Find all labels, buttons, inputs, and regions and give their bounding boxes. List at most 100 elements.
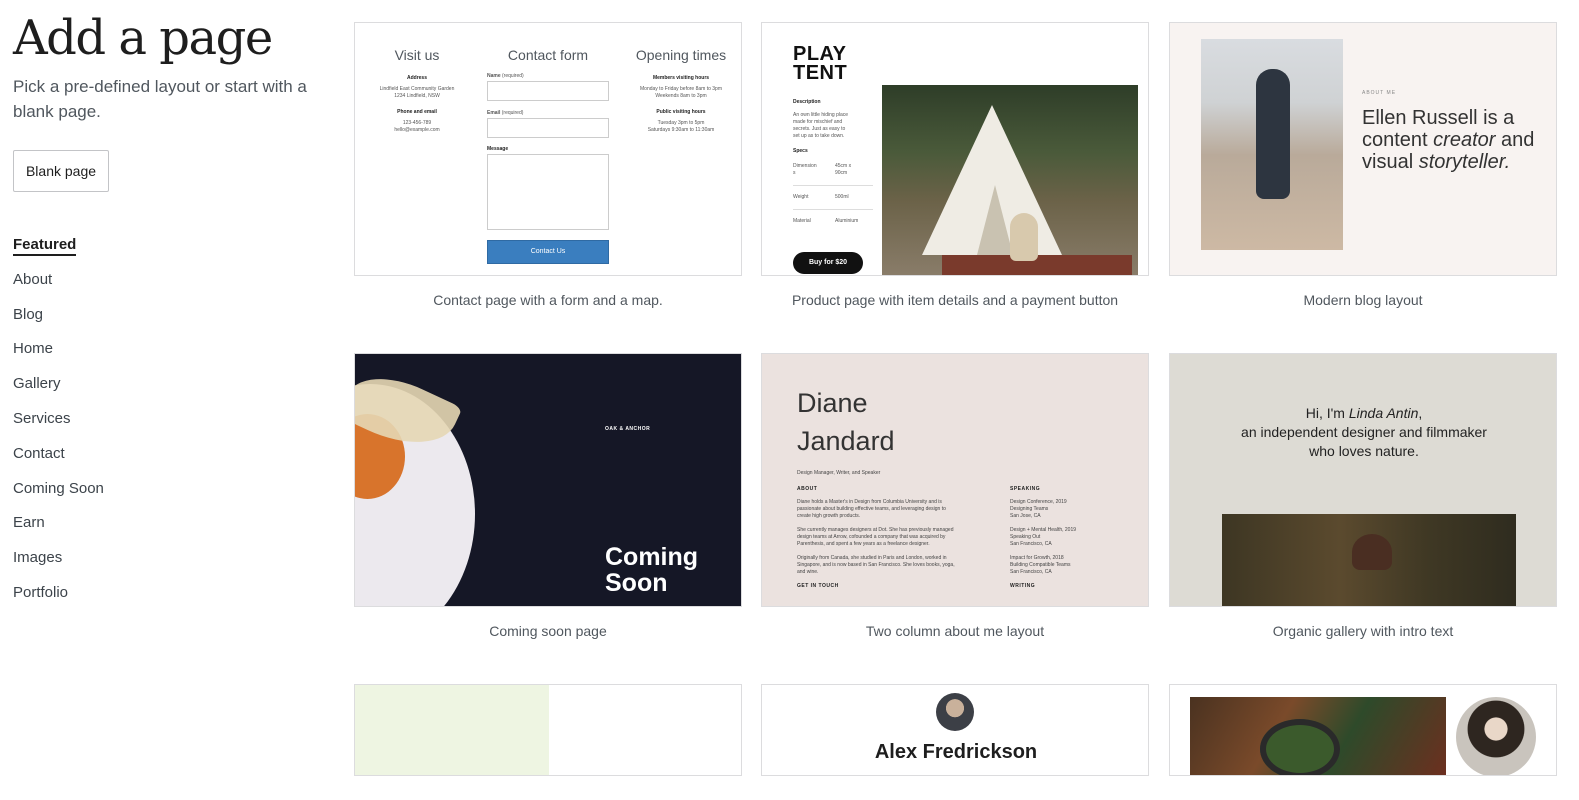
required-text: (required)	[502, 73, 524, 79]
category-label: About	[13, 270, 53, 288]
layout-preview-blog[interactable]: ABOUT ME Ellen Russell is a content crea…	[1169, 22, 1557, 276]
layout-card-blog: ABOUT ME Ellen Russell is a content crea…	[1169, 22, 1557, 308]
layout-card-coming-soon: OAK & ANCHOR Coming Soon Coming soon pag…	[354, 353, 742, 639]
category-contact[interactable]: Contact	[13, 442, 104, 477]
intro-text: Hi, I'm	[1305, 405, 1349, 421]
beach-photo	[1201, 39, 1343, 250]
intro-text: who loves nature.	[1309, 443, 1419, 459]
layout-card-about: Diane Jandard Design Manager, Writer, an…	[761, 353, 1149, 639]
get-in-touch-heading: GET IN TOUCH	[797, 583, 839, 589]
category-label: Coming Soon	[13, 479, 104, 497]
description-label: Description	[793, 99, 821, 105]
gallery-intro: Hi, I'm Linda Antin, an independent desi…	[1170, 404, 1556, 461]
category-services[interactable]: Services	[13, 407, 104, 442]
coming-soon-title: Coming Soon	[605, 543, 699, 597]
layout-card-contact: Visit us Address Lindfield East Communit…	[354, 22, 742, 308]
category-label: Images	[13, 549, 63, 567]
layout-caption: Contact page with a form and a map.	[433, 292, 663, 308]
about-paragraph: She currently manages designers at Dot. …	[797, 527, 954, 547]
spec-label: Material	[793, 218, 811, 224]
name-field-label: Name	[487, 73, 501, 79]
category-label: Services	[13, 409, 71, 427]
category-label: Gallery	[13, 375, 61, 393]
spec-row: Dimension s 45cm x 90cm	[793, 163, 873, 186]
blog-text-part: creator	[1433, 129, 1496, 151]
category-home[interactable]: Home	[13, 337, 104, 372]
spec-label: Dimension s	[793, 163, 817, 176]
layout-caption: Coming soon page	[489, 623, 607, 639]
email-text: hello@example.com	[394, 127, 440, 133]
message-field	[487, 154, 609, 230]
layout-preview-row3-right[interactable]	[1169, 684, 1557, 776]
speaking-item: Design Conference, 2019 Designing Teams …	[1010, 499, 1067, 519]
spec-value: 45cm x 90cm	[835, 163, 852, 176]
tent-opening	[977, 185, 1013, 255]
category-about[interactable]: About	[13, 268, 104, 303]
email-field-label: Email	[487, 110, 501, 116]
buy-button: Buy for $20	[793, 252, 863, 274]
hours-line: Saturdays 9:30am to 11:30am	[647, 127, 715, 133]
layout-preview-about[interactable]: Diane Jandard Design Manager, Writer, an…	[761, 353, 1149, 607]
layout-preview-row3-middle[interactable]: Alex Fredrickson	[761, 684, 1149, 776]
address-line: Lindfield East Community Garden	[379, 86, 455, 92]
category-label: Earn	[13, 514, 45, 532]
name-field	[487, 81, 609, 101]
about-heading: ABOUT	[797, 486, 818, 492]
category-blog[interactable]: Blog	[13, 303, 104, 338]
layout-preview-gallery[interactable]: Hi, I'm Linda Antin, an independent desi…	[1169, 353, 1557, 607]
address-line: 1234 Lindfield, NSW	[394, 93, 440, 99]
about-paragraph: Originally from Canada, she studied in P…	[797, 555, 955, 575]
layout-preview-row3-left[interactable]	[354, 684, 742, 776]
hours-line: Monday to Friday before 8am to 3pm	[640, 86, 722, 92]
speaking-item: Impact for Growth, 2018 Building Compati…	[1010, 555, 1071, 575]
layout-card-row3-right	[1169, 684, 1557, 776]
speaking-item: Design + Mental Health, 2019 Speaking Ou…	[1010, 527, 1077, 547]
category-portfolio[interactable]: Portfolio	[13, 581, 104, 616]
required-text: (required)	[501, 110, 524, 116]
blog-intro: Ellen Russell is a content creator and v…	[1362, 107, 1542, 173]
category-label: Contact	[13, 444, 65, 462]
layout-card-product: PLAY TENT Description An own little hidi…	[761, 22, 1149, 308]
about-right-column: SPEAKING Design Conference, 2019 Designi…	[1010, 486, 1130, 596]
layout-card-row3-left	[354, 684, 742, 776]
walker-shape	[1256, 69, 1290, 199]
profile-name: Alex Fredrickson	[874, 741, 1038, 763]
visit-heading: Visit us	[394, 47, 440, 63]
spec-label: Weight	[793, 194, 809, 200]
category-featured[interactable]: Featured	[13, 233, 104, 268]
portrait-photo	[1456, 697, 1536, 775]
layout-caption: Modern blog layout	[1303, 292, 1423, 308]
description-text: An own little hiding place made for misc…	[793, 112, 849, 139]
about-role: Design Manager, Writer, and Speaker	[797, 470, 881, 476]
layout-card-gallery: Hi, I'm Linda Antin, an independent desi…	[1169, 353, 1557, 639]
message-field-label: Message	[487, 146, 509, 152]
about-me-label: ABOUT ME	[1362, 90, 1397, 96]
hours-heading: Opening times	[635, 47, 727, 63]
spec-value: Aluminium	[835, 218, 859, 224]
phone-text: 123-456-789	[402, 120, 432, 126]
form-column: Contact form Name (required) Email (requ…	[487, 47, 609, 230]
food-photo	[1190, 697, 1446, 775]
spec-value: 500ml	[835, 194, 849, 200]
avatar	[936, 693, 974, 731]
hat-shape	[1352, 534, 1392, 570]
product-details: Description An own little hiding place m…	[793, 99, 873, 233]
layout-caption: Two column about me layout	[865, 623, 1045, 639]
hours-line: Tuesday 3pm to 5pm	[657, 120, 705, 126]
spec-row: Material Aluminium	[793, 210, 873, 233]
layout-preview-product[interactable]: PLAY TENT Description An own little hidi…	[761, 22, 1149, 276]
layout-preview-coming-soon[interactable]: OAK & ANCHOR Coming Soon	[354, 353, 742, 607]
category-earn[interactable]: Earn	[13, 511, 104, 546]
speaking-heading: SPEAKING	[1010, 486, 1041, 492]
product-title: PLAY TENT	[793, 43, 848, 84]
layout-preview-contact[interactable]: Visit us Address Lindfield East Communit…	[354, 22, 742, 276]
category-gallery[interactable]: Gallery	[13, 372, 104, 407]
category-coming-soon[interactable]: Coming Soon	[13, 477, 104, 512]
address-label: Address	[406, 75, 427, 81]
phone-label: Phone and email	[397, 109, 437, 115]
members-hours-label: Members visiting hours	[652, 75, 710, 81]
email-field	[487, 118, 609, 138]
contact-us-button: Contact Us	[487, 240, 609, 264]
blank-page-button[interactable]: Blank page	[13, 150, 109, 192]
category-images[interactable]: Images	[13, 546, 104, 581]
